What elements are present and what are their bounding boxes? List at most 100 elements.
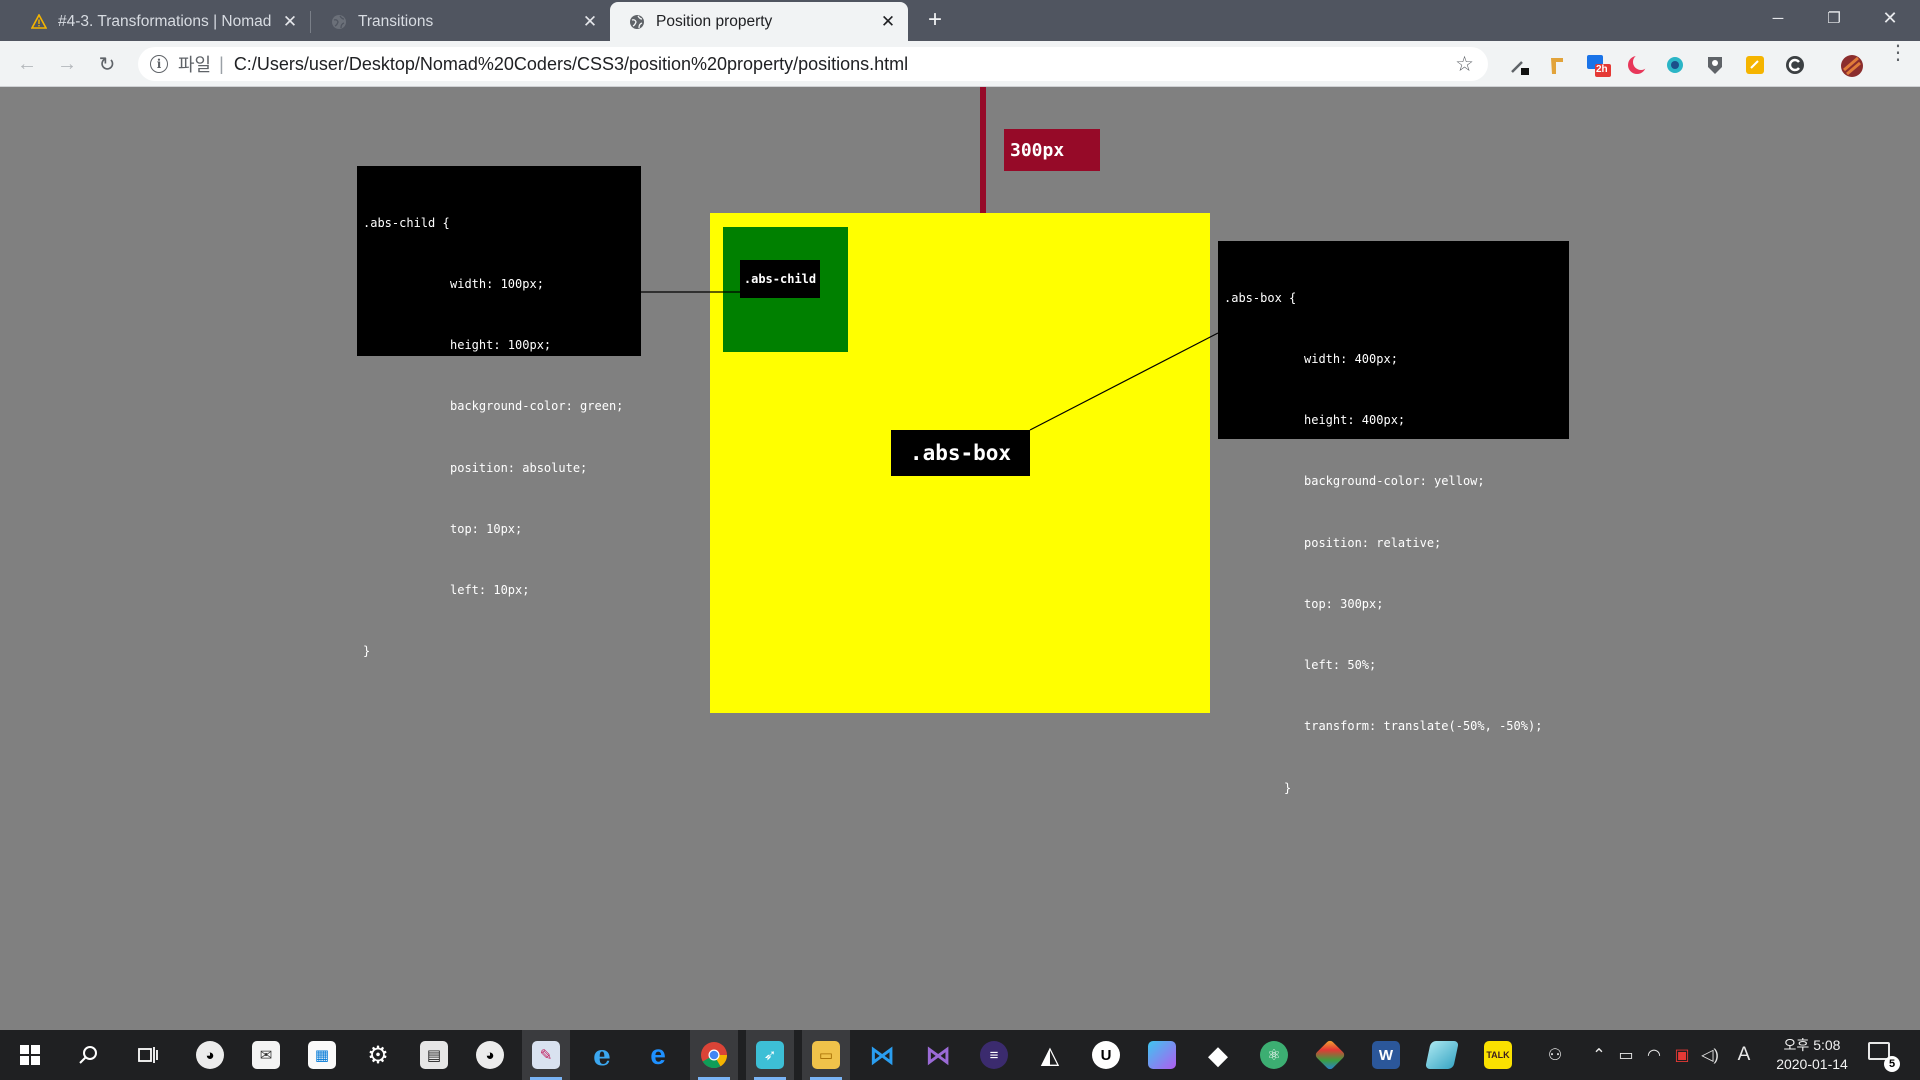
notes-app-icon	[1425, 1041, 1459, 1069]
network-warning-icon[interactable]: ▣	[1670, 1030, 1694, 1080]
grammar-extension-icon[interactable]	[1784, 54, 1806, 76]
code-line: transform: translate(-50%, -50%);	[1304, 719, 1543, 734]
minimize-button[interactable]: ─	[1750, 0, 1806, 36]
tab-transitions[interactable]: Transitions ✕	[312, 2, 610, 41]
taskbar-app-unreal[interactable]: U	[1082, 1030, 1130, 1080]
taskbar-app-mail[interactable]: ✉	[242, 1030, 290, 1080]
wifi-icon[interactable]: ◠	[1642, 1030, 1666, 1080]
code-line: background-color: green;	[450, 399, 624, 414]
search-button[interactable]	[64, 1030, 112, 1080]
eyedropper-extension-icon[interactable]	[1508, 54, 1530, 76]
taskbar-app-chrome[interactable]	[690, 1030, 738, 1080]
taskbar-app-diamond[interactable]: ◆	[1194, 1030, 1242, 1080]
kakaotalk-icon: TALK	[1484, 1041, 1512, 1069]
reload-button[interactable]: ↻	[92, 49, 122, 79]
taskbar-app-visual-studio[interactable]: ⋈	[914, 1030, 962, 1080]
tab-position-property[interactable]: Position property ✕	[610, 2, 908, 41]
browser-toolbar: ← → ↻ i 파일 | C:/Users/user/Desktop/Nomad…	[0, 41, 1920, 87]
code-line: top: 10px;	[450, 521, 523, 536]
abs-child: .abs-child	[723, 227, 848, 352]
taskbar-app-cat2[interactable]: ◕	[466, 1030, 514, 1080]
taskbar-app-swift[interactable]: ➶	[746, 1030, 794, 1080]
moon-extension-icon[interactable]	[1626, 54, 1649, 76]
taskbar-app-store[interactable]: ▦	[298, 1030, 346, 1080]
taskbar-app-atom[interactable]: ⚛	[1250, 1030, 1298, 1080]
code-line: width: 100px;	[450, 277, 544, 292]
people-button[interactable]: ⚇	[1540, 1030, 1570, 1080]
tab-strip: #4-3. Transformations | Nomad ✕ Transiti…	[0, 0, 1920, 41]
forward-button[interactable]: →	[52, 49, 82, 79]
taskbar-app-unity[interactable]: ◭	[1026, 1030, 1074, 1080]
new-tab-button[interactable]: +	[922, 6, 948, 34]
clock-date: 2020-01-14	[1776, 1056, 1848, 1072]
tab-title: Position property	[656, 12, 773, 30]
code-line: width: 400px;	[1304, 352, 1398, 367]
more-menu-button[interactable]: ⋮	[1888, 43, 1908, 63]
taskbar-app-ie[interactable]: e	[578, 1030, 626, 1080]
start-button[interactable]	[6, 1030, 54, 1080]
address-bar[interactable]: i 파일 | C:/Users/user/Desktop/Nomad%20Cod…	[138, 47, 1488, 81]
task-view-button[interactable]	[124, 1030, 172, 1080]
profile-avatar[interactable]	[1840, 54, 1863, 77]
taskbar-app-vscode[interactable]: ⋈	[858, 1030, 906, 1080]
restore-button[interactable]: ❐	[1806, 0, 1862, 36]
top-offset-label: 300px	[1004, 129, 1100, 171]
abs-box: .abs-child .abs-box	[710, 213, 1210, 713]
notification-count-badge: 5	[1884, 1056, 1900, 1072]
code-line: height: 400px;	[1304, 413, 1406, 428]
abs-box-label: .abs-box	[891, 430, 1030, 476]
taskbar-app-edge[interactable]: e	[634, 1030, 682, 1080]
git-diamond-icon	[1314, 1039, 1346, 1071]
taskbar-app-paint[interactable]: ✎	[522, 1030, 570, 1080]
code-line: position: absolute;	[450, 460, 588, 475]
close-icon[interactable]: ✕	[582, 12, 598, 32]
taskbar-app-settings[interactable]: ⚙	[354, 1030, 402, 1080]
tab-transformations[interactable]: #4-3. Transformations | Nomad ✕	[12, 2, 310, 41]
battery-icon[interactable]: ▭	[1614, 1030, 1638, 1080]
code-line: top: 300px;	[1304, 596, 1384, 611]
tab-separator	[310, 11, 311, 33]
code-line: }	[363, 644, 371, 659]
clock-time: 오후 5:08	[1783, 1037, 1841, 1053]
folder-icon: ▭	[812, 1041, 840, 1069]
ime-indicator[interactable]: A	[1734, 1030, 1754, 1080]
vscode-icon: ⋈	[869, 1039, 895, 1070]
show-hidden-icons-button[interactable]: ⌃	[1588, 1030, 1610, 1080]
code-line: left: 50%;	[1304, 658, 1377, 673]
code-line: position: relative;	[1304, 535, 1442, 550]
taskbar-app-eclipse[interactable]: ≡	[970, 1030, 1018, 1080]
info-icon[interactable]: i	[150, 55, 168, 73]
unreal-icon: U	[1092, 1041, 1120, 1069]
close-icon[interactable]: ✕	[880, 12, 896, 32]
taskbar-app-cube[interactable]	[1138, 1030, 1186, 1080]
taskbar-app-word[interactable]: W	[1362, 1030, 1410, 1080]
note-extension-icon[interactable]	[1744, 54, 1766, 76]
taskbar-app-calculator[interactable]: ▤	[410, 1030, 458, 1080]
close-icon[interactable]: ✕	[282, 12, 298, 32]
timer-badge: 2h	[1596, 64, 1608, 75]
shield-extension-icon[interactable]	[1704, 54, 1726, 76]
visual-studio-icon: ⋈	[925, 1039, 951, 1070]
back-button[interactable]: ←	[12, 49, 42, 79]
taskbar-app-sourcetree[interactable]	[1306, 1030, 1354, 1080]
volume-icon[interactable]: ◁)	[1698, 1030, 1722, 1080]
cat-app-icon: ◕	[476, 1041, 504, 1069]
timer-extension-icon[interactable]: 2h	[1586, 54, 1611, 77]
target-extension-icon[interactable]	[1664, 54, 1686, 76]
warning-triangle-icon	[30, 13, 48, 31]
code-line: background-color: yellow;	[1304, 474, 1485, 489]
bookmark-star-icon[interactable]: ☆	[1455, 52, 1474, 77]
paint-icon: ✎	[532, 1041, 560, 1069]
taskbar-app-cat[interactable]: ◕	[186, 1030, 234, 1080]
url-text[interactable]: C:/Users/user/Desktop/Nomad%20Coders/CSS…	[234, 54, 908, 75]
action-center-button[interactable]: 5	[1868, 1042, 1900, 1072]
abs-box-code-panel: .abs-box { width: 400px; height: 400px; …	[1218, 241, 1569, 795]
system-clock[interactable]: 오후 5:08 2020-01-14	[1762, 1036, 1862, 1074]
bookmark-extension-icon[interactable]	[1546, 54, 1568, 76]
close-window-button[interactable]: ✕	[1862, 0, 1918, 36]
atom-icon: ⚛	[1260, 1041, 1288, 1069]
taskbar-app-notes[interactable]	[1418, 1030, 1466, 1080]
taskbar-app-kakaotalk[interactable]: TALK	[1474, 1030, 1522, 1080]
taskbar-app-explorer[interactable]: ▭	[802, 1030, 850, 1080]
calculator-icon: ▤	[420, 1041, 448, 1069]
